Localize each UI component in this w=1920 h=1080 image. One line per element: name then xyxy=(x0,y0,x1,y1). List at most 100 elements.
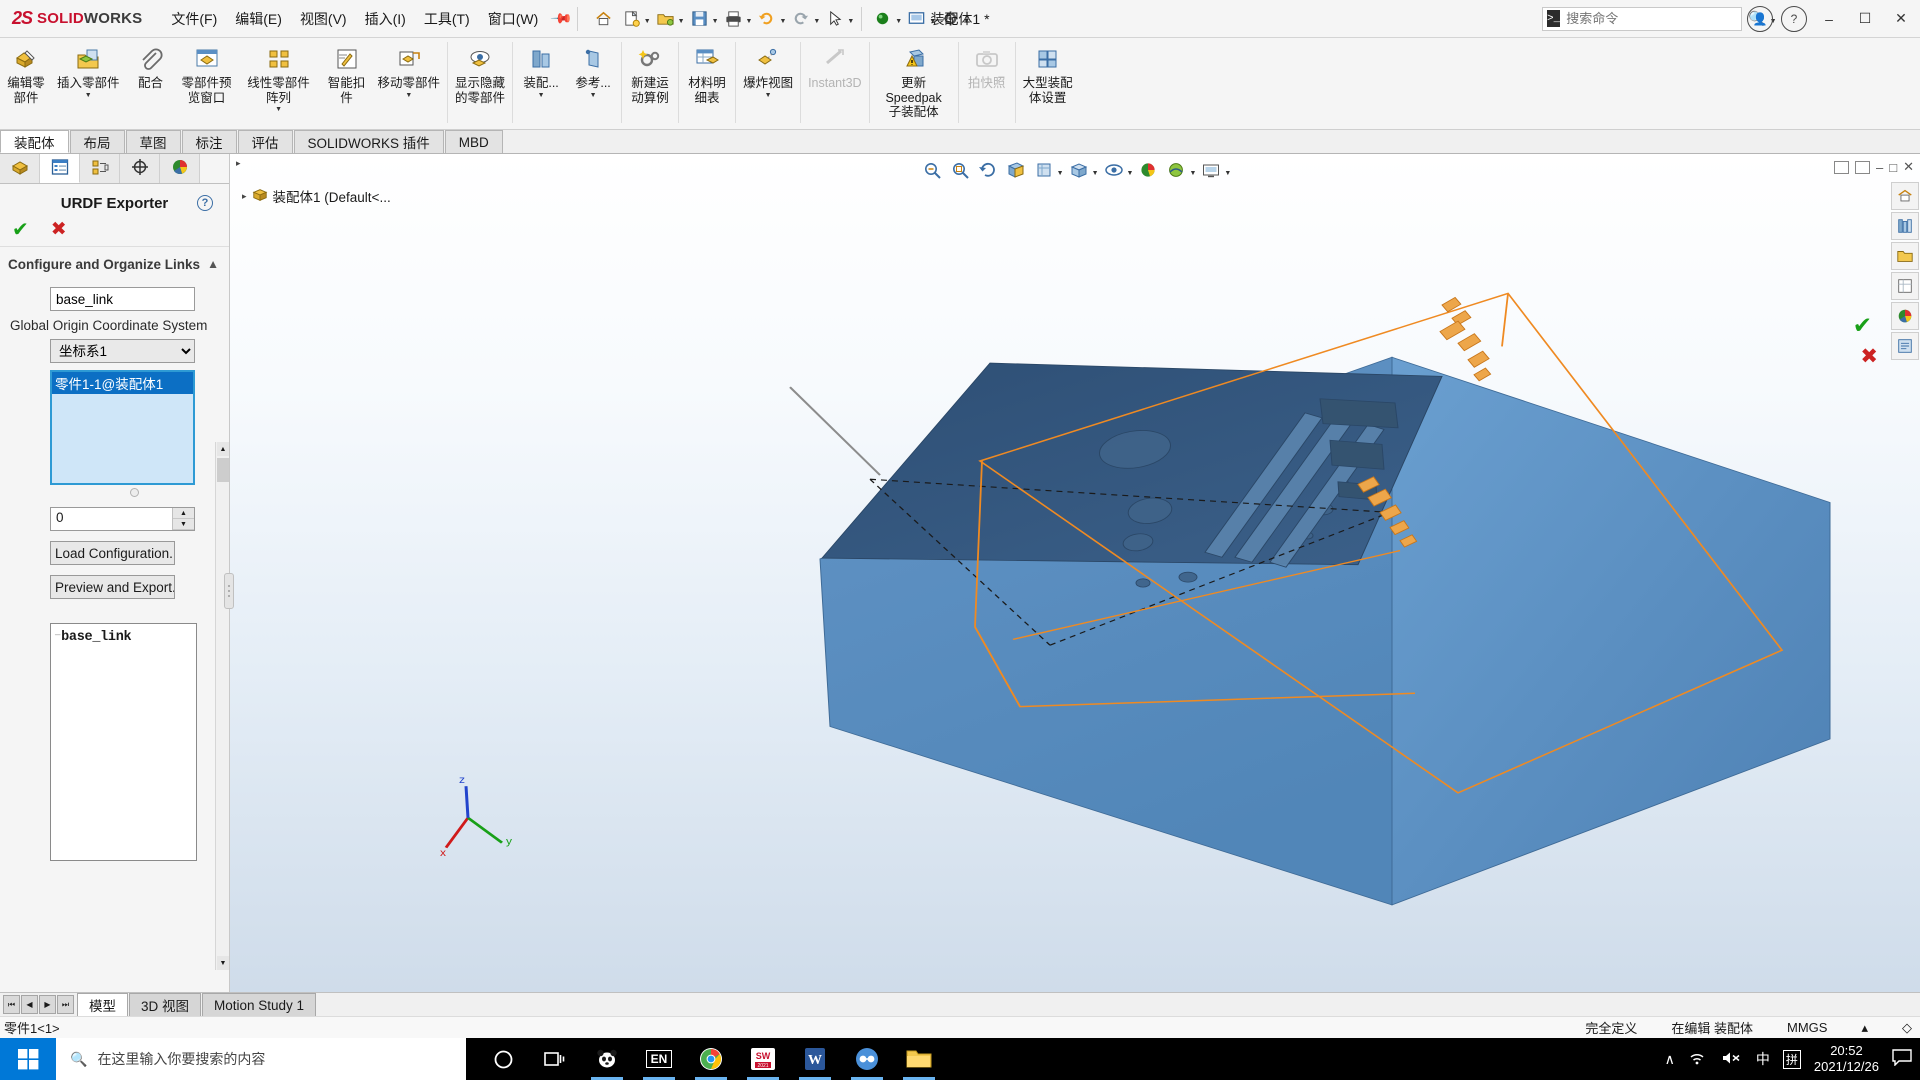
rebuild-icon[interactable] xyxy=(869,6,896,32)
chrome-icon[interactable] xyxy=(688,1038,734,1080)
resize-grip[interactable] xyxy=(130,488,139,497)
chevron-down-icon[interactable]: ▼ xyxy=(405,92,412,99)
maximize-button[interactable]: ☐ xyxy=(1848,2,1882,36)
link-name-input[interactable] xyxy=(50,287,195,311)
command-search[interactable]: >_ 🔍 ▼ xyxy=(1542,6,1777,31)
bottom-tab-model[interactable]: 模型 xyxy=(77,993,128,1016)
new-document-icon[interactable] xyxy=(618,6,645,32)
maximize-window-icon[interactable] xyxy=(1855,160,1870,174)
tab-configuration-manager[interactable] xyxy=(80,154,120,183)
task-pane-file-explorer-icon[interactable] xyxy=(1890,242,1919,270)
task-view-icon[interactable] xyxy=(532,1038,578,1080)
chevron-down-icon[interactable]: ▼ xyxy=(813,18,820,25)
ime-language-indicator[interactable]: 中 xyxy=(1756,1049,1770,1069)
ime-en-icon[interactable]: EN xyxy=(636,1038,682,1080)
open-document-icon[interactable] xyxy=(652,6,679,32)
help-icon[interactable]: ? xyxy=(1781,5,1807,32)
overlay-icon[interactable]: ◇ xyxy=(1902,1020,1912,1036)
confirm-corner-accept[interactable]: ✔ xyxy=(1853,312,1872,339)
options-display-icon[interactable] xyxy=(903,6,930,32)
solidworks-icon[interactable]: SW 2021 xyxy=(740,1038,786,1080)
edit-appearance-icon[interactable] xyxy=(1135,158,1161,182)
ribbon-bill-of-materials[interactable]: 材料明 细表 xyxy=(681,38,733,129)
preview-and-export-button[interactable]: Preview and Export.. xyxy=(50,575,175,599)
ribbon-take-snapshot[interactable]: 拍快照 xyxy=(961,38,1013,129)
ime-pinyin-indicator[interactable]: 拼 xyxy=(1782,1049,1801,1069)
tab-sketch[interactable]: 草图 xyxy=(125,130,181,153)
view-orientation-icon[interactable] xyxy=(1031,158,1057,182)
gear-icon[interactable] xyxy=(937,6,964,32)
ribbon-mate[interactable]: 配合 xyxy=(125,38,177,129)
close-doc-icon[interactable]: ✕ xyxy=(1903,159,1914,175)
prev-tab-icon[interactable]: ◀ xyxy=(21,995,38,1014)
tab-property-manager[interactable] xyxy=(40,154,80,183)
units-caret-icon[interactable]: ▴ xyxy=(1861,1020,1868,1036)
tab-feature-manager[interactable] xyxy=(0,154,40,183)
display-style-icon[interactable] xyxy=(1066,158,1092,182)
component-listbox[interactable]: 零件1-1@装配体1 xyxy=(50,370,195,485)
ribbon-linear-pattern[interactable]: 线性零部件阵列 ▼ xyxy=(237,38,321,129)
chevron-down-icon[interactable]: ▼ xyxy=(1057,170,1064,177)
coordinate-system-select[interactable]: 坐标系1 xyxy=(50,339,195,363)
select-cursor-icon[interactable] xyxy=(821,6,848,32)
accept-button[interactable]: ✔ xyxy=(12,220,29,240)
scroll-up-icon[interactable]: ▲ xyxy=(217,442,229,456)
menu-window[interactable]: 窗口(W) xyxy=(479,5,548,33)
ribbon-instant3d[interactable]: Instant3D xyxy=(803,38,867,129)
collab-icon[interactable] xyxy=(844,1038,890,1080)
apply-scene-icon[interactable] xyxy=(1163,158,1189,182)
chevron-down-icon[interactable]: ▼ xyxy=(712,18,719,25)
user-account-icon[interactable]: 👤 xyxy=(1747,5,1773,32)
ribbon-large-assembly-settings[interactable]: 大型装配 体设置 xyxy=(1018,38,1078,129)
pin-icon[interactable]: 📌 xyxy=(550,6,575,30)
file-explorer-icon[interactable] xyxy=(896,1038,942,1080)
word-icon[interactable]: W xyxy=(792,1038,838,1080)
scroll-down-icon[interactable]: ▼ xyxy=(217,956,229,970)
ribbon-insert-component[interactable]: 插入零部件 ▼ xyxy=(52,38,125,129)
chevron-down-icon[interactable]: ▼ xyxy=(85,92,92,99)
chevron-down-icon[interactable]: ▼ xyxy=(963,18,970,25)
previous-view-icon[interactable] xyxy=(975,158,1001,182)
help-icon[interactable]: ? xyxy=(197,195,213,211)
tab-annotation[interactable]: 标注 xyxy=(181,130,237,153)
menu-insert[interactable]: 插入(I) xyxy=(356,5,415,33)
chevron-up-icon[interactable]: ▲ xyxy=(207,256,219,273)
task-pane-view-palette-icon[interactable] xyxy=(1890,272,1919,300)
chevron-down-icon[interactable]: ▼ xyxy=(538,92,545,99)
show-hidden-icons-icon[interactable]: ∧ xyxy=(1665,1051,1675,1068)
close-button[interactable]: ✕ xyxy=(1884,2,1918,36)
chevron-down-icon[interactable]: ▼ xyxy=(929,18,936,25)
chevron-down-icon[interactable]: ▼ xyxy=(1224,170,1231,177)
last-tab-icon[interactable]: ⏭ xyxy=(57,995,74,1014)
panda-antivirus-icon[interactable] xyxy=(584,1038,630,1080)
link-tree-box[interactable]: base_link xyxy=(50,623,197,861)
ribbon-update-speedpak[interactable]: 更新 Speedpak 子装配体 xyxy=(872,38,956,129)
ribbon-smart-fastener[interactable]: 智能扣 件 xyxy=(321,38,373,129)
search-input[interactable] xyxy=(1566,11,1743,26)
tab-evaluate[interactable]: 评估 xyxy=(237,130,293,153)
task-pane-appearances-icon[interactable] xyxy=(1890,302,1919,330)
taskbar-search[interactable]: 🔍 在这里输入你要搜索的内容 xyxy=(56,1038,466,1080)
chevron-down-icon[interactable]: ▼ xyxy=(765,92,772,99)
ribbon-reference-geometry[interactable]: 参考... ▼ xyxy=(567,38,619,129)
view-settings-icon[interactable] xyxy=(1198,158,1224,182)
restore-doc-icon[interactable]: □ xyxy=(1889,160,1897,175)
tab-assembly[interactable]: 装配体 xyxy=(0,130,69,153)
link-tree-node[interactable]: base_link xyxy=(55,630,192,645)
ribbon-new-motion-study[interactable]: 新建运 动算例 xyxy=(624,38,676,129)
numeric-stepper[interactable]: 0 ▲ ▼ xyxy=(50,507,195,531)
home-icon[interactable] xyxy=(590,6,617,32)
feature-tree-root[interactable]: ▸ 装配体1 (Default<... xyxy=(242,186,391,206)
status-units[interactable]: MMGS xyxy=(1787,1020,1827,1035)
volume-muted-icon[interactable] xyxy=(1721,1050,1743,1069)
list-item[interactable]: 零件1-1@装配体1 xyxy=(52,372,193,394)
chevron-down-icon[interactable]: ▼ xyxy=(678,18,685,25)
action-center-icon[interactable] xyxy=(1892,1049,1912,1069)
network-icon[interactable] xyxy=(1688,1050,1708,1069)
chevron-down-icon[interactable]: ▼ xyxy=(1092,170,1099,177)
tab-display-manager[interactable] xyxy=(160,154,200,183)
chevron-down-icon[interactable]: ▼ xyxy=(746,18,753,25)
ribbon-edit-component[interactable]: 编辑零 部件 xyxy=(0,38,52,129)
tab-layout[interactable]: 布局 xyxy=(69,130,125,153)
chevron-down-icon[interactable]: ▼ xyxy=(1189,170,1196,177)
